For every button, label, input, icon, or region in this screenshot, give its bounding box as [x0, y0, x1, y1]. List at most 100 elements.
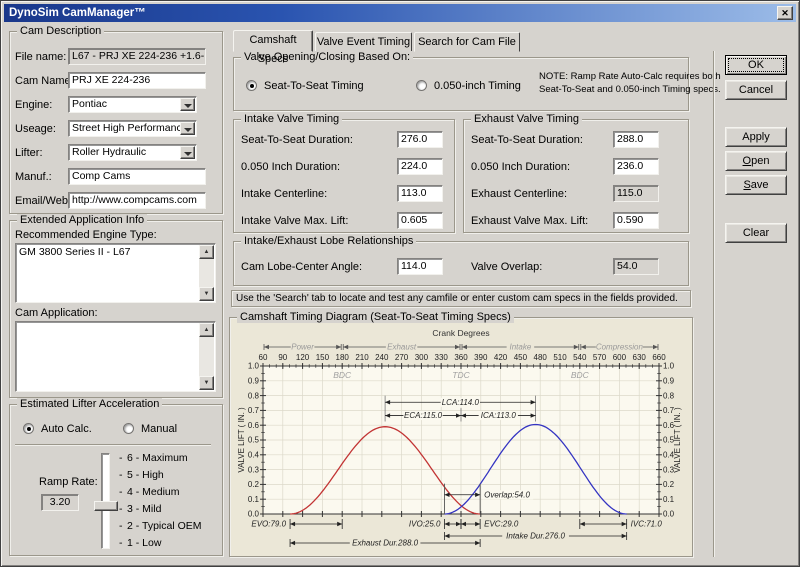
svg-text:0.6: 0.6	[248, 421, 260, 430]
lifter-label: Lifter:	[15, 147, 43, 159]
engine-type-textarea[interactable]: GM 3800 Series II - L67 ▲ ▼	[15, 243, 216, 303]
lifter-dropdown[interactable]: Roller Hydraulic	[68, 144, 197, 161]
open-button[interactable]: Open	[725, 151, 787, 171]
inch-timing-radio[interactable]	[416, 80, 427, 91]
svg-text:0.1: 0.1	[663, 495, 675, 504]
camshaft-timing-diagram-group: Camshaft Timing Diagram (Seat-To-Seat Ti…	[229, 317, 693, 557]
seat-to-seat-radio[interactable]	[246, 80, 257, 91]
cam-application-scrollbar[interactable]: ▲ ▼	[199, 323, 214, 390]
svg-text:0.1: 0.1	[248, 495, 260, 504]
tab-search-for-cam-file[interactable]: Search for Cam File	[414, 32, 520, 52]
svg-text:600: 600	[613, 353, 627, 362]
svg-text:VALVE LIFT ( IN. ): VALVE LIFT ( IN. )	[673, 407, 682, 473]
exhaust-sts-duration-label: Seat-To-Seat Duration:	[471, 134, 583, 146]
titlebar[interactable]: DynoSim CamManager™ ✕	[4, 4, 796, 22]
apply-button[interactable]: Apply	[725, 127, 787, 147]
window-title: DynoSim CamManager™	[9, 7, 146, 19]
intake-max-lift-input[interactable]: 0.605	[397, 212, 443, 229]
cam-name-input[interactable]: PRJ XE 224-236	[68, 72, 206, 89]
engine-type-label: Recommended Engine Type:	[15, 229, 157, 241]
file-name-label: File name:	[15, 51, 66, 63]
intake-centerline-input[interactable]: 113.0	[397, 185, 443, 202]
manuf-input[interactable]: Comp Cams	[68, 168, 206, 185]
svg-text:0.2: 0.2	[248, 480, 260, 489]
svg-text:420: 420	[494, 353, 508, 362]
seat-to-seat-label: Seat-To-Seat Timing	[264, 80, 364, 92]
email-web-input[interactable]: http://www.compcams.com	[68, 192, 206, 209]
useage-value: Street High Performance	[72, 122, 188, 134]
svg-text:0.2: 0.2	[663, 480, 675, 489]
svg-text:BDC: BDC	[571, 370, 590, 380]
exhaust-sts-duration-input[interactable]: 288.0	[613, 131, 659, 148]
engine-dropdown[interactable]: Pontiac	[68, 96, 197, 113]
ok-button[interactable]: OK	[725, 55, 787, 75]
svg-text:0.0: 0.0	[663, 510, 675, 519]
slider-tick-1: -1 - Low	[119, 537, 161, 549]
svg-text:0.9: 0.9	[248, 377, 260, 386]
search-hint-bar: Use the 'Search' tab to locate and test …	[231, 290, 691, 307]
tick-mark: -	[119, 537, 127, 549]
dynosim-cammanager-window: DynoSim CamManager™ ✕ Cam Description Fi…	[0, 0, 800, 567]
exhaust-centerline-field: 115.0	[613, 185, 659, 202]
lobe-relationships-title: Intake/Exhaust Lobe Relationships	[241, 235, 416, 247]
svg-text:60: 60	[259, 353, 268, 362]
svg-text:390: 390	[474, 353, 488, 362]
cam-application-label: Cam Application:	[15, 307, 98, 319]
svg-text:Exhaust Dur.288.0: Exhaust Dur.288.0	[352, 539, 419, 548]
intake-timing-title: Intake Valve Timing	[241, 113, 342, 125]
close-icon[interactable]: ✕	[777, 6, 793, 20]
exhaust-max-lift-input[interactable]: 0.590	[613, 212, 659, 229]
svg-text:0.9: 0.9	[663, 377, 675, 386]
auto-calc-note-line2: Seat-To-Seat and 0.050-inch Timing specs…	[539, 84, 721, 95]
lobe-center-angle-input[interactable]: 114.0	[397, 258, 443, 275]
intake-050-duration-input[interactable]: 224.0	[397, 158, 443, 175]
svg-text:660: 660	[652, 353, 666, 362]
svg-text:120: 120	[296, 353, 310, 362]
scroll-up-icon[interactable]: ▲	[199, 245, 214, 259]
clear-button[interactable]: Clear	[725, 223, 787, 243]
svg-text:0.5: 0.5	[248, 436, 260, 445]
scroll-down-icon[interactable]: ▼	[199, 376, 214, 390]
svg-text:240: 240	[375, 353, 389, 362]
auto-calc-label: Auto Calc.	[41, 423, 92, 435]
svg-text:Crank Degrees: Crank Degrees	[432, 328, 489, 338]
slider-tick-6: -6 - Maximum	[119, 452, 188, 464]
svg-text:IVO:25.0: IVO:25.0	[409, 520, 441, 529]
svg-text:0.4: 0.4	[248, 451, 260, 460]
svg-text:EVC:29.0: EVC:29.0	[484, 520, 519, 529]
scroll-up-icon[interactable]: ▲	[199, 323, 214, 337]
intake-centerline-label: Intake Centerline:	[241, 188, 327, 200]
intake-050-duration-label: 0.050 Inch Duration:	[241, 161, 340, 173]
engine-type-scrollbar[interactable]: ▲ ▼	[199, 245, 214, 301]
slider-tick-2: -2 - Typical OEM	[119, 520, 202, 532]
save-button[interactable]: Save	[725, 175, 787, 195]
svg-text:300: 300	[415, 353, 429, 362]
ramp-rate-slider-thumb[interactable]	[94, 501, 118, 511]
intake-sts-duration-input[interactable]: 276.0	[397, 131, 443, 148]
tab-camshaft-specs[interactable]: Camshaft Specs	[233, 30, 313, 52]
auto-calc-radio[interactable]	[23, 423, 34, 434]
useage-dropdown[interactable]: Street High Performance	[68, 120, 197, 137]
auto-calc-note-line1: NOTE: Ramp Rate Auto-Calc requires both	[539, 71, 721, 82]
svg-text:Compression: Compression	[596, 343, 644, 352]
chevron-down-icon[interactable]	[180, 122, 195, 135]
tick-mark: -	[119, 486, 127, 498]
tab-valve-event-timing[interactable]: Valve Event Timing	[315, 32, 412, 52]
svg-text:EVO:79.0: EVO:79.0	[251, 520, 286, 529]
svg-text:360: 360	[454, 353, 468, 362]
lobe-center-angle-label: Cam Lobe-Center Angle:	[241, 261, 362, 273]
chevron-down-icon[interactable]	[180, 146, 195, 159]
manual-radio[interactable]	[123, 423, 134, 434]
cam-application-textarea[interactable]: ▲ ▼	[15, 321, 216, 392]
svg-text:540: 540	[573, 353, 587, 362]
cam-name-label: Cam Name:	[15, 75, 74, 87]
svg-text:270: 270	[395, 353, 409, 362]
useage-label: Useage:	[15, 123, 56, 135]
cancel-button[interactable]: Cancel	[725, 80, 787, 100]
scroll-down-icon[interactable]: ▼	[199, 287, 214, 301]
engine-value: Pontiac	[72, 98, 107, 110]
chevron-down-icon[interactable]	[180, 98, 195, 111]
exhaust-timing-title: Exhaust Valve Timing	[471, 113, 582, 125]
svg-text:150: 150	[316, 353, 330, 362]
exhaust-050-duration-input[interactable]: 236.0	[613, 158, 659, 175]
